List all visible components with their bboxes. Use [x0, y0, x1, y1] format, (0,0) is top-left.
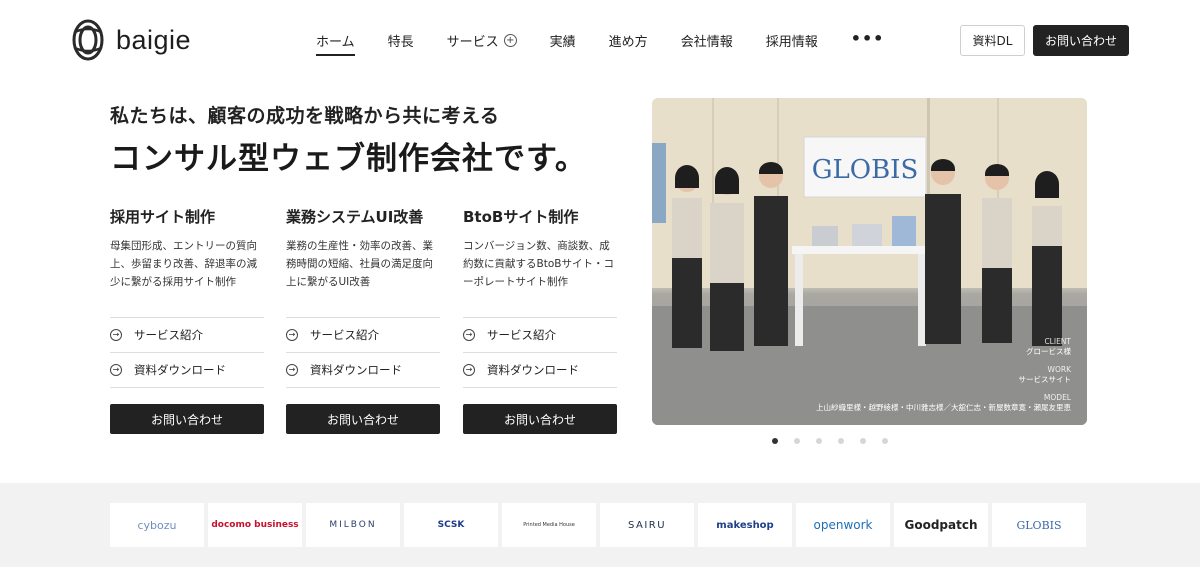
service-links: → サービス紹介 → 資料ダウンロード — [110, 317, 264, 388]
service-recruit-site: 採用サイト制作 母集団形成、エントリーの質向上、歩留まり改善、辞退率の減少に繋が… — [110, 206, 264, 434]
nav-item-recruit[interactable]: 採用情報 — [766, 31, 818, 50]
carousel-dot[interactable] — [772, 438, 778, 444]
globis-logo-text: GLOBIS — [1016, 518, 1062, 532]
carousel-dot[interactable] — [838, 438, 844, 444]
service-intro-link[interactable]: → サービス紹介 — [110, 318, 264, 353]
caption-client-label: CLIENT — [1044, 337, 1071, 346]
service-links: → サービス紹介 → 資料ダウンロード — [286, 317, 440, 388]
service-intro-link[interactable]: → サービス紹介 — [286, 318, 440, 353]
nav-item-process[interactable]: 進め方 — [609, 31, 648, 50]
client-logo-makeshop[interactable]: makeshop — [698, 503, 792, 547]
caption-work-value: サービスサイト — [1018, 375, 1072, 384]
service-title: BtoBサイト制作 — [463, 208, 579, 226]
client-logos: cybozu docomo business MILBON SCSK Print… — [110, 503, 1090, 547]
service-system-ui: 業務システムUI改善 業務の生産性・効率の改善、業務時間の短縮、社員の満足度向上… — [286, 206, 440, 434]
hero-title: コンサル型ウェブ制作会社です。 — [110, 141, 587, 177]
logo-text: baigie — [116, 24, 192, 55]
pmh-logo-text: Printed Media House — [523, 522, 575, 528]
service-contact-button[interactable]: お問い合わせ — [286, 404, 440, 434]
caption-model-label: MODEL — [1043, 393, 1071, 402]
goodpatch-logo-text: Goodpatch — [904, 518, 978, 532]
carousel-dot[interactable] — [882, 438, 888, 444]
nav-item-services-label: サービス — [446, 34, 499, 50]
link-label: 資料ダウンロード — [487, 363, 579, 377]
download-link[interactable]: → 資料ダウンロード — [463, 353, 617, 388]
service-contact-button[interactable]: お問い合わせ — [110, 404, 264, 434]
makeshop-logo-text: makeshop — [716, 519, 774, 531]
more-icon[interactable]: ••• — [851, 29, 885, 48]
link-label: サービス紹介 — [487, 328, 556, 342]
client-logo-scsk[interactable]: SCSK — [404, 503, 498, 547]
client-logo-docomo[interactable]: docomo business — [208, 503, 302, 547]
caption-work-label: WORK — [1047, 365, 1071, 374]
service-intro-link[interactable]: → サービス紹介 — [463, 318, 617, 353]
service-contact-button[interactable]: お問い合わせ — [463, 404, 617, 434]
download-link[interactable]: → 資料ダウンロード — [110, 353, 264, 388]
client-logo-printed-media-house[interactable]: Printed Media House — [502, 503, 596, 547]
nav-item-home[interactable]: ホーム — [316, 31, 355, 56]
arrow-right-icon: → — [110, 364, 122, 376]
plus-icon: + — [503, 33, 517, 47]
nav-item-services[interactable]: サービス + — [447, 31, 517, 50]
hero-subtitle: 私たちは、顧客の成功を戦略から共に考える — [110, 105, 500, 127]
nav-item-features[interactable]: 特長 — [388, 31, 414, 50]
client-logo-cybozu[interactable]: cybozu — [110, 503, 204, 547]
main-nav: ホーム 特長 サービス + 実績 進め方 会社情報 採用情報 ••• — [316, 29, 917, 56]
arrow-right-icon: → — [286, 329, 298, 341]
milbon-logo-text: MILBON — [329, 520, 377, 530]
client-logo-goodpatch[interactable]: Goodpatch — [894, 503, 988, 547]
baigie-logo-icon — [72, 19, 104, 61]
arrow-right-icon: → — [110, 329, 122, 341]
contact-button[interactable]: お問い合わせ — [1033, 25, 1129, 56]
arrow-right-icon: → — [286, 364, 298, 376]
service-title: 採用サイト制作 — [110, 208, 216, 226]
sign-text: GLOBIS — [812, 155, 919, 185]
client-logo-openwork[interactable]: openwork — [796, 503, 890, 547]
arrow-right-icon: → — [463, 364, 475, 376]
cybozu-logo-text: cybozu — [137, 518, 177, 532]
link-label: 資料ダウンロード — [134, 363, 226, 377]
docomo-logo-text: docomo business — [211, 520, 299, 530]
service-description: 母集団形成、エントリーの質向上、歩留まり改善、辞退率の減少に繋がる採用サイト制作 — [110, 240, 257, 288]
nav-item-works[interactable]: 実績 — [550, 31, 576, 50]
download-link[interactable]: → 資料ダウンロード — [286, 353, 440, 388]
client-logo-milbon[interactable]: MILBON — [306, 503, 400, 547]
service-description: コンバージョン数、商談数、成約数に貢献するBtoBサイト・コーポレートサイト制作 — [463, 240, 614, 288]
carousel-dot[interactable] — [816, 438, 822, 444]
arrow-right-icon: → — [463, 329, 475, 341]
nav-item-company[interactable]: 会社情報 — [681, 31, 733, 50]
carousel-dot[interactable] — [794, 438, 800, 444]
client-logo-globis[interactable]: GLOBIS — [992, 503, 1086, 547]
scsk-logo-text: SCSK — [437, 520, 465, 530]
download-button[interactable]: 資料DL — [960, 25, 1025, 56]
photo-caption: CLIENT グロービス様 WORK サービスサイト MODEL 上山紗織里様・… — [816, 337, 1071, 413]
caption-client-value: グロービス様 — [1026, 347, 1071, 356]
client-logo-sairu[interactable]: SAIRU — [600, 503, 694, 547]
hero-photo[interactable]: GLOBIS CLIENT グロービス様 WORK サービスサイト MODEL … — [652, 98, 1087, 425]
service-description: 業務の生産性・効率の改善、業務時間の短縮、社員の満足度向上に繋がるUI改善 — [286, 240, 433, 288]
service-btob-site: BtoBサイト制作 コンバージョン数、商談数、成約数に貢献するBtoBサイト・コ… — [463, 206, 617, 434]
openwork-logo-text: openwork — [813, 518, 873, 532]
carousel-dot[interactable] — [860, 438, 866, 444]
link-label: サービス紹介 — [310, 328, 379, 342]
link-label: サービス紹介 — [134, 328, 203, 342]
service-links: → サービス紹介 → 資料ダウンロード — [463, 317, 617, 388]
service-title: 業務システムUI改善 — [286, 208, 424, 226]
caption-model-value: 上山紗織里様・越野綾様・中川雅志様／大舘仁志・新屋数章寛・瀬尾友里恵 — [816, 403, 1071, 412]
logo[interactable]: baigie — [70, 18, 191, 62]
sairu-logo-text: SAIRU — [627, 519, 667, 531]
carousel-dots — [772, 438, 904, 444]
link-label: 資料ダウンロード — [310, 363, 402, 377]
